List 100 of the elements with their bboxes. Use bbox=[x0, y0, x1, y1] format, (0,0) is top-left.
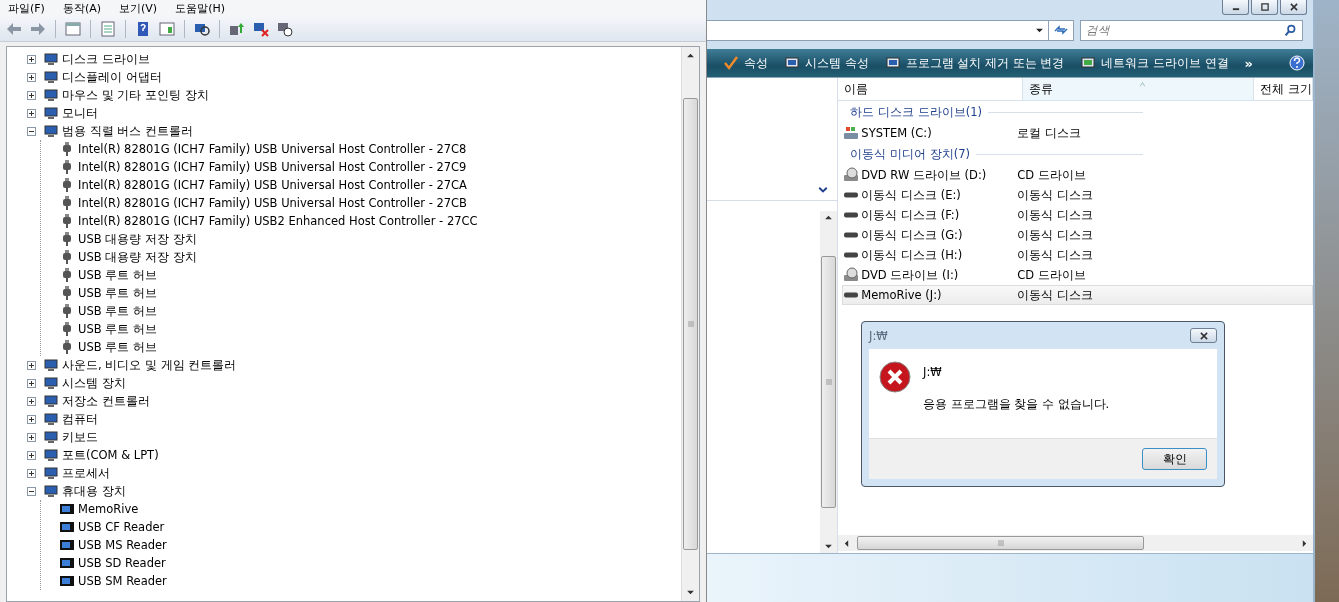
maximize-button[interactable] bbox=[1251, 0, 1278, 15]
tree-item[interactable]: USB MS Reader bbox=[78, 538, 167, 552]
tree-item[interactable]: USB 루트 허브 bbox=[78, 321, 157, 337]
menu-item[interactable]: 도움말(H) bbox=[175, 0, 225, 16]
drive-type: 이동식 디스크 bbox=[1017, 247, 1093, 263]
expand-toggle[interactable] bbox=[27, 378, 36, 388]
device-icon bbox=[43, 411, 59, 427]
tree-item[interactable]: USB SM Reader bbox=[78, 574, 167, 588]
optical-drive-icon bbox=[843, 267, 860, 283]
tree-item[interactable]: USB 루트 허브 bbox=[78, 339, 157, 355]
maximize-icon bbox=[1259, 2, 1270, 12]
drive-row[interactable]: DVD RW 드라이브 (D:) CD 드라이브 bbox=[842, 165, 1313, 185]
menu-item[interactable]: 보기(V) bbox=[119, 0, 158, 16]
command-button[interactable]: 네트워크 드라이브 연결 bbox=[1080, 55, 1229, 71]
expand-toggle[interactable] bbox=[27, 72, 36, 82]
tree-item[interactable]: 디스플레이 어댑터 bbox=[62, 69, 162, 85]
horizontal-scrollbar[interactable] bbox=[838, 535, 1313, 551]
minimize-button[interactable] bbox=[1222, 0, 1249, 15]
drive-row[interactable]: 이동식 디스크 (G:) 이동식 디스크 bbox=[842, 225, 1313, 245]
column-header[interactable]: 종류 bbox=[1023, 78, 1255, 100]
tree-item[interactable]: USB SD Reader bbox=[78, 556, 166, 570]
tree-item[interactable]: 범용 직렬 버스 컨트롤러 bbox=[62, 123, 193, 139]
expand-toggle[interactable] bbox=[27, 108, 36, 118]
drive-row[interactable]: DVD 드라이브 (I:) CD 드라이브 bbox=[842, 265, 1313, 285]
ok-button[interactable]: 확인 bbox=[1142, 448, 1207, 470]
expand-toggle[interactable] bbox=[27, 126, 36, 136]
card-reader-icon bbox=[59, 555, 75, 571]
close-button[interactable] bbox=[1280, 0, 1307, 15]
close-button[interactable] bbox=[1190, 328, 1217, 343]
refresh-button[interactable] bbox=[1048, 19, 1074, 41]
command-button[interactable]: 시스템 속성 bbox=[784, 55, 869, 71]
expand-toggle[interactable] bbox=[27, 432, 36, 442]
expand-toggle[interactable] bbox=[27, 486, 36, 496]
drive-type: 이동식 디스크 bbox=[1017, 207, 1093, 223]
menu-item[interactable]: 동작(A) bbox=[62, 0, 102, 16]
expand-toggle[interactable] bbox=[27, 450, 36, 460]
expand-toggle[interactable] bbox=[27, 54, 36, 64]
tree-item[interactable]: 디스크 드라이브 bbox=[62, 51, 150, 67]
tree-item[interactable]: USB CF Reader bbox=[78, 520, 165, 534]
scroll-thumb[interactable] bbox=[683, 98, 698, 550]
scrollbar[interactable] bbox=[681, 47, 699, 601]
tree-item[interactable]: USB 루트 허브 bbox=[78, 303, 157, 319]
document-icon bbox=[100, 20, 116, 37]
more-commands-button[interactable]: » bbox=[1244, 55, 1253, 71]
scroll-thumb[interactable] bbox=[821, 256, 837, 508]
command-button[interactable]: 속성 bbox=[723, 55, 768, 71]
tree-item[interactable]: MemoRive bbox=[78, 502, 139, 516]
device-icon bbox=[43, 69, 59, 85]
expand-toggle[interactable] bbox=[27, 90, 36, 100]
drive-row[interactable]: MemoRive (J:) 이동식 디스크 bbox=[842, 285, 1313, 305]
menu-item[interactable]: 파일(F) bbox=[8, 0, 45, 16]
device-icon bbox=[43, 105, 59, 121]
right-arrow-icon bbox=[30, 20, 46, 37]
expand-toggle[interactable] bbox=[27, 468, 36, 478]
dialog-heading: J:₩ bbox=[923, 365, 943, 379]
tree-item[interactable]: 사운드, 비디오 및 게임 컨트롤러 bbox=[62, 357, 237, 373]
tree-item[interactable]: 시스템 장치 bbox=[62, 375, 126, 391]
dialog-title: J:₩ bbox=[869, 328, 888, 343]
command-button[interactable]: 프로그램 설치 제거 또는 변경 bbox=[884, 55, 1065, 71]
drive-row[interactable]: 이동식 디스크 (E:) 이동식 디스크 bbox=[842, 185, 1313, 205]
tree-item[interactable]: Intel(R) 82801G (ICH7 Family) USB Universal Host Controller - 27CB bbox=[78, 196, 467, 210]
tree-item[interactable]: 키보드 bbox=[62, 429, 98, 445]
tree-item[interactable]: 프로세서 bbox=[62, 465, 110, 481]
group-header[interactable]: 하드 디스크 드라이브(1) bbox=[850, 104, 982, 120]
tree-item[interactable]: USB 대용량 저장 장치 bbox=[78, 231, 197, 247]
expand-toggle[interactable] bbox=[27, 414, 36, 424]
expand-toggle[interactable] bbox=[27, 396, 36, 406]
tree-item[interactable]: 저장소 컨트롤러 bbox=[62, 393, 150, 409]
search-field[interactable]: 검색 bbox=[1080, 19, 1303, 41]
drive-row[interactable]: 이동식 디스크 (F:) 이동식 디스크 bbox=[842, 205, 1313, 225]
device-icon bbox=[43, 393, 59, 409]
tree-item[interactable]: USB 대용량 저장 장치 bbox=[78, 249, 197, 265]
drive-row[interactable]: SYSTEM (C:) 로컬 디스크 bbox=[842, 123, 1313, 143]
tree-item[interactable]: USB 루트 허브 bbox=[78, 285, 157, 301]
drive-name: 이동식 디스크 (E:) bbox=[861, 187, 961, 203]
tree-item[interactable]: Intel(R) 82801G (ICH7 Family) USB Universal Host Controller - 27C8 bbox=[78, 142, 467, 156]
address-field[interactable] bbox=[707, 19, 1049, 41]
tree-item[interactable]: 포트(COM & LPT) bbox=[62, 447, 159, 463]
tree-item[interactable]: 컴퓨터 bbox=[62, 411, 98, 427]
tree-item[interactable]: USB 루트 허브 bbox=[78, 267, 157, 283]
drive-type: CD 드라이브 bbox=[1017, 267, 1086, 283]
up-arrow-icon bbox=[686, 51, 695, 60]
tree-item[interactable]: Intel(R) 82801G (ICH7 Family) USB Universal Host Controller - 27C9 bbox=[78, 160, 467, 174]
scrollbar[interactable] bbox=[820, 211, 838, 553]
tree-item[interactable]: Intel(R) 82801G (ICH7 Family) USB Universal Host Controller - 27CA bbox=[78, 178, 467, 192]
window-icon bbox=[159, 20, 175, 37]
error-icon bbox=[879, 361, 911, 393]
drive-row[interactable]: 이동식 디스크 (H:) 이동식 디스크 bbox=[842, 245, 1313, 265]
card-reader-icon bbox=[59, 501, 75, 517]
scroll-thumb[interactable] bbox=[857, 536, 1145, 550]
refresh-icon bbox=[1053, 22, 1069, 38]
group-header[interactable]: 이동식 미디어 장치(7) bbox=[850, 146, 970, 162]
device-icon bbox=[43, 357, 59, 373]
tree-item[interactable]: 모니터 bbox=[62, 105, 98, 121]
tree-item[interactable]: Intel(R) 82801G (ICH7 Family) USB2 Enhanced Host Controller - 27CC bbox=[78, 214, 478, 228]
expand-toggle[interactable] bbox=[27, 360, 36, 370]
window-icon bbox=[65, 20, 81, 37]
drive-type: 이동식 디스크 bbox=[1017, 187, 1093, 203]
tree-item[interactable]: 휴대용 장치 bbox=[62, 483, 126, 499]
tree-item[interactable]: 마우스 및 기타 포인팅 장치 bbox=[62, 87, 209, 103]
